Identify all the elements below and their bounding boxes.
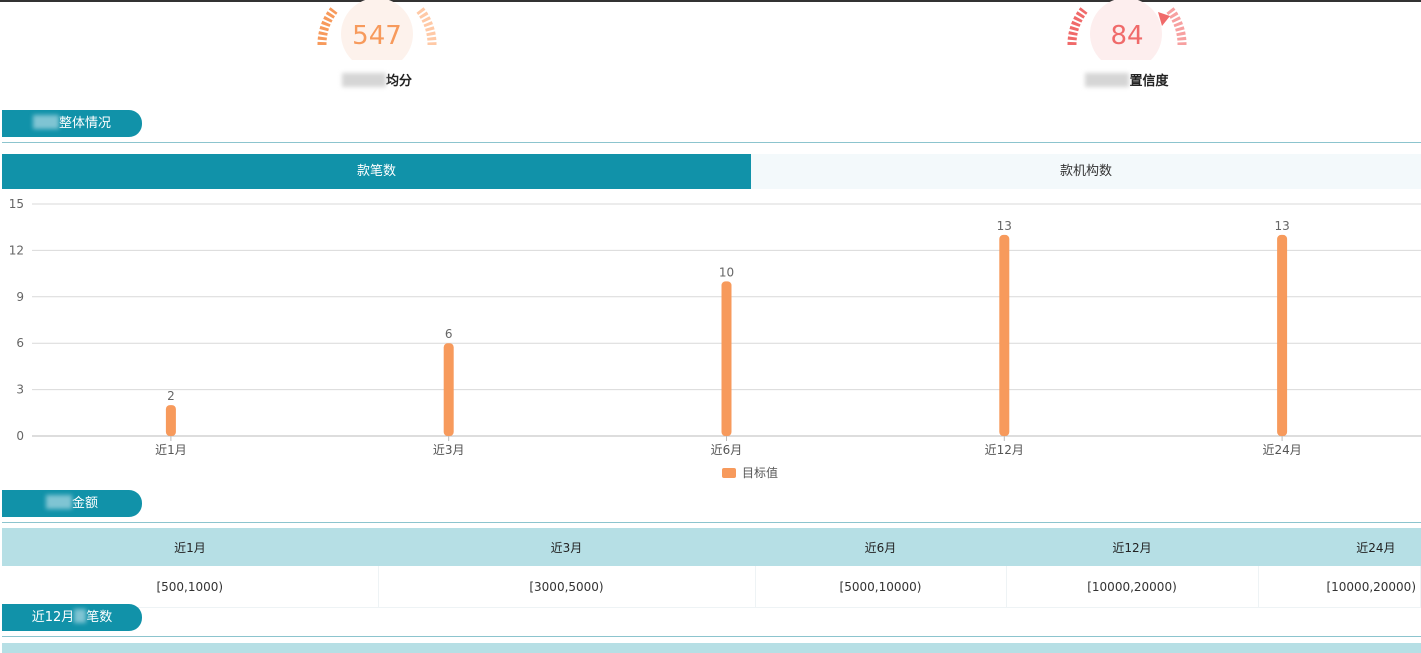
x-tick-label: 近3月 <box>433 443 465 457</box>
gauge-label-text: 均分 <box>385 74 412 89</box>
table-header-row: 近1月 近3月 近6月 近12月 近24月 <box>2 528 1421 566</box>
data-label: 13 <box>997 219 1012 233</box>
tab-label: 款笔数 <box>356 164 396 179</box>
top-border <box>0 0 1421 2</box>
redacted-text <box>32 115 59 129</box>
metric-tabs: 款笔数 款机构数 <box>2 154 1421 189</box>
tab-loan-count[interactable]: 款笔数 <box>2 154 751 189</box>
x-tick-label: 近6月 <box>711 443 743 457</box>
section-divider <box>2 636 1421 637</box>
bar <box>165 405 176 436</box>
bar <box>1277 234 1288 436</box>
data-label: 2 <box>167 389 175 403</box>
y-tick-label: 15 <box>9 197 24 211</box>
tab-institution-count[interactable]: 款机构数 <box>751 154 1421 189</box>
bar <box>999 234 1010 436</box>
table-cell: [10000,20000) <box>1006 566 1259 608</box>
table-header-cell: 近12月 <box>1006 528 1258 566</box>
y-tick-label: 3 <box>16 383 24 397</box>
amount-table: 近1月 近3月 近6月 近12月 近24月 [500,1000) [3000,5… <box>2 528 1421 608</box>
score-gauge: 547 均分 <box>312 0 442 95</box>
confidence-gauge: 84 置信度 <box>1062 0 1192 95</box>
x-tick-label: 近12月 <box>985 443 1024 457</box>
section-divider <box>2 522 1421 523</box>
data-label: 13 <box>1274 219 1289 233</box>
gauge-label: 均分 <box>312 70 442 89</box>
data-label: 6 <box>445 327 453 341</box>
section-divider <box>2 142 1421 143</box>
table-header-cell: 近6月 <box>755 528 1006 566</box>
y-tick-label: 6 <box>16 336 24 350</box>
gauge-value: 547 <box>352 21 402 51</box>
table-cell: [3000,5000) <box>378 566 756 608</box>
section-title-amount: 金额 <box>2 490 142 517</box>
tab-label: 款机构数 <box>1059 164 1112 179</box>
y-tick-label: 0 <box>16 429 24 443</box>
bar <box>443 343 454 436</box>
gauge-value: 84 <box>1110 21 1144 51</box>
redacted-text <box>74 609 87 623</box>
section-title-overall: 整体情况 <box>2 110 142 137</box>
legend-label: 目标值 <box>742 465 778 480</box>
data-label: 10 <box>719 265 734 279</box>
gauge-label-text: 置信度 <box>1129 74 1169 89</box>
table-cell: [5000,10000) <box>755 566 1007 608</box>
table-cell: [500,1000) <box>2 566 379 608</box>
table-header-cell: 近3月 <box>378 528 755 566</box>
legend-swatch <box>722 468 736 478</box>
section-title-text: 笔数 <box>86 610 113 625</box>
section-title-12m-count: 近12月 笔数 <box>2 604 142 631</box>
redacted-text <box>1085 73 1130 87</box>
x-tick-label: 近1月 <box>155 443 187 457</box>
table-header-cell: 近1月 <box>2 528 378 566</box>
section-title-text: 整体情况 <box>58 116 111 131</box>
section-title-text: 金额 <box>71 496 98 511</box>
section-title-text: 近12月 <box>31 610 75 625</box>
gauge-label: 置信度 <box>1062 70 1192 89</box>
redacted-text <box>45 495 72 509</box>
table-cell: [10000,20000) <box>1258 566 1421 608</box>
table-row: [500,1000) [3000,5000) [5000,10000) [100… <box>2 566 1421 608</box>
bar <box>721 281 732 436</box>
table-header-partial <box>2 643 1421 653</box>
bar-chart: 0 3 6 9 12 15 近1月 2 近3月 6 近6月 10 近12月 13 近24月 13 目标值 <box>9 197 1421 480</box>
x-tick-label: 近24月 <box>1262 443 1301 457</box>
y-tick-label: 12 <box>9 243 24 257</box>
redacted-text <box>341 73 386 87</box>
table-header-cell: 近24月 <box>1258 528 1421 566</box>
y-tick-label: 9 <box>16 290 24 304</box>
